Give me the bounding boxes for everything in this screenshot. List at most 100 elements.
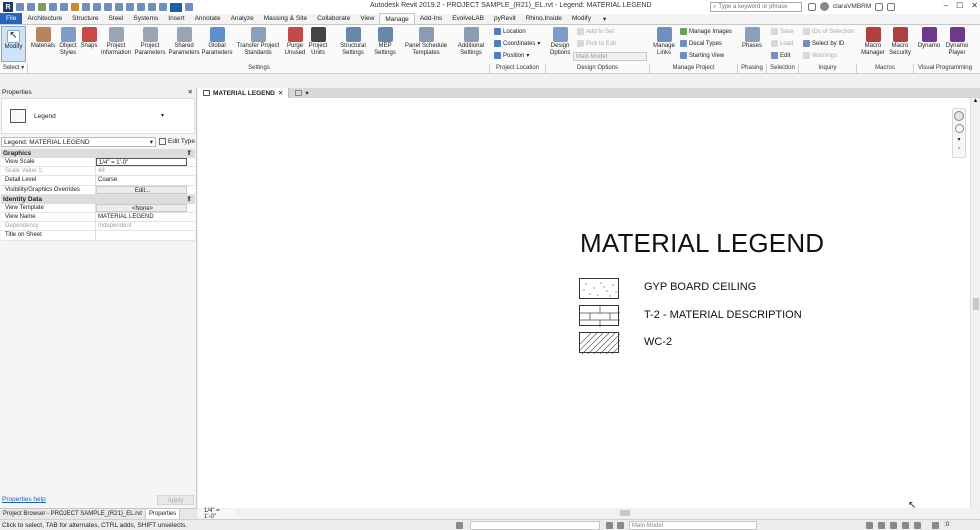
type-selector[interactable]: Legend ▾ xyxy=(1,98,195,134)
tab-systems[interactable]: Systems xyxy=(128,13,163,24)
tab-rhino-inside[interactable]: Rhino.Inside xyxy=(521,13,567,24)
detail-level-field[interactable]: Coarse xyxy=(96,176,195,184)
load-selection-button[interactable]: Load xyxy=(771,40,793,47)
select-links-icon[interactable] xyxy=(866,522,873,529)
design-option-icon[interactable] xyxy=(617,522,624,529)
object-styles-button[interactable]: Object Styles xyxy=(58,27,78,56)
position-button[interactable]: Position ▾ xyxy=(494,52,529,59)
open-icon[interactable] xyxy=(16,3,24,11)
horizontal-scrollbar[interactable] xyxy=(235,509,970,517)
additional-settings-button[interactable]: Additional Settings xyxy=(454,27,488,56)
active-design-option-dropdown[interactable]: Main Model xyxy=(629,521,757,530)
tab-evolvelab[interactable]: EvolveLAB xyxy=(447,13,489,24)
editing-requests-icon[interactable] xyxy=(606,522,613,529)
location-button[interactable]: Location xyxy=(494,28,526,35)
3d-view-icon[interactable] xyxy=(126,3,134,11)
pick-to-edit-button[interactable]: Pick to Edit xyxy=(577,40,616,47)
filter-icon[interactable] xyxy=(932,522,939,529)
starting-view-button[interactable]: Starting View xyxy=(680,52,724,59)
add-to-set-button[interactable]: Add to Set xyxy=(577,28,614,35)
save-icon[interactable] xyxy=(27,3,35,11)
redo-icon[interactable] xyxy=(60,3,68,11)
design-options-button[interactable]: Design Options xyxy=(548,27,572,56)
view-template-button[interactable]: <None> xyxy=(96,203,187,212)
tab-architecture[interactable]: Architecture xyxy=(22,13,67,24)
instance-filter-dropdown[interactable]: Legend: MATERIAL LEGEND ▾ xyxy=(1,136,157,147)
design-option-dropdown[interactable]: Main Model xyxy=(573,52,647,61)
legend-item-label[interactable]: WC-2 xyxy=(644,336,672,348)
measure-icon[interactable] xyxy=(82,3,90,11)
ribbon-minimize-icon[interactable]: ▾ xyxy=(598,13,611,24)
view-name-field[interactable]: MATERIAL LEGEND xyxy=(96,213,195,221)
tab-collaborate[interactable]: Collaborate xyxy=(312,13,355,24)
collapse-icon[interactable]: ⇑ xyxy=(187,195,192,204)
horizontal-scroll-thumb[interactable] xyxy=(620,510,630,516)
macro-manager-button[interactable]: Macro Manager xyxy=(860,27,886,56)
steering-wheel-icon[interactable] xyxy=(954,111,964,121)
tab-manage[interactable]: Manage xyxy=(379,13,415,24)
tab-annotate[interactable]: Annotate xyxy=(190,13,226,24)
legend-title[interactable]: MATERIAL LEGEND xyxy=(580,228,824,259)
dynamo-button[interactable]: Dynamo xyxy=(917,27,941,50)
tab-modify[interactable]: Modify xyxy=(567,13,596,24)
materials-button[interactable]: Materials xyxy=(31,27,55,50)
panel-schedule-templates-button[interactable]: Panel Schedule Templates xyxy=(402,27,450,56)
structural-settings-button[interactable]: Structural Settings xyxy=(338,27,368,56)
dynamo-player-button[interactable]: Dynamo Player xyxy=(944,27,970,56)
select-by-id-button[interactable]: Select by ID xyxy=(803,40,844,47)
select-underlay-icon[interactable] xyxy=(878,522,885,529)
view-tab-secondary[interactable]: ▾ xyxy=(295,89,309,97)
project-parameters-button[interactable]: Project Parameters xyxy=(134,27,166,56)
tag-icon[interactable] xyxy=(104,3,112,11)
properties-help-link[interactable]: Properties help xyxy=(2,496,46,503)
tab-steel[interactable]: Steel xyxy=(104,13,129,24)
print-icon[interactable] xyxy=(71,3,79,11)
section-icon[interactable] xyxy=(137,3,145,11)
transfer-project-standards-button[interactable]: Transfer Project Standards xyxy=(234,27,282,56)
close-hidden-icon[interactable] xyxy=(159,3,167,11)
tab-project-browser[interactable]: Project Browser - PROJECT SAMPLE_(R21)_E… xyxy=(0,509,146,519)
wc2-swatch[interactable] xyxy=(569,332,634,355)
manage-images-button[interactable]: Manage Images xyxy=(680,28,732,35)
project-units-button[interactable]: Project Units xyxy=(308,27,328,56)
vertical-scrollbar[interactable]: ▲ xyxy=(970,98,980,508)
tab-analyze[interactable]: Analyze xyxy=(226,13,259,24)
view-tabs-menu-icon[interactable]: ▾ xyxy=(305,89,308,97)
manage-links-button[interactable]: Manage Links xyxy=(652,27,676,56)
tab-structure[interactable]: Structure xyxy=(67,13,103,24)
tab-massing-site[interactable]: Massing & Site xyxy=(259,13,312,24)
ids-of-selection-button[interactable]: IDs of Selection xyxy=(803,28,854,35)
coordinates-button[interactable]: Coordinates ▾ xyxy=(494,40,540,47)
tab-insert[interactable]: Insert xyxy=(163,13,189,24)
select-panel-label[interactable]: Select ▾ xyxy=(0,64,28,73)
edit-type-button[interactable]: Edit Type xyxy=(159,138,195,145)
visibility-graphics-edit-button[interactable]: Edit... xyxy=(96,185,187,194)
legend-item-label[interactable]: T-2 - MATERIAL DESCRIPTION xyxy=(644,309,802,321)
tab-file[interactable]: File xyxy=(0,13,23,24)
title-on-sheet-field[interactable] xyxy=(96,231,195,239)
edit-selection-button[interactable]: Edit xyxy=(771,52,790,59)
sync-icon[interactable] xyxy=(38,3,46,11)
minimize-icon[interactable]: – xyxy=(944,1,948,10)
tab-properties[interactable]: Properties xyxy=(145,509,181,519)
legend-item-label[interactable]: GYP BOARD CEILING xyxy=(644,281,756,293)
close-icon[interactable]: ✕ xyxy=(188,88,193,98)
zoom-icon[interactable] xyxy=(954,124,964,133)
global-parameters-button[interactable]: Global Parameters xyxy=(202,27,233,56)
vertical-scroll-thumb[interactable] xyxy=(973,298,979,310)
customize-navbar-icon[interactable]: ▫ xyxy=(958,146,960,152)
revit-logo-icon[interactable]: R xyxy=(3,2,13,12)
gyp-board-swatch[interactable] xyxy=(579,278,619,299)
keyword-search-input[interactable]: ⌕ Type a keyword or phrase xyxy=(710,2,802,12)
tab-add-ins[interactable]: Add-Ins xyxy=(415,13,447,24)
scroll-up-icon[interactable]: ▲ xyxy=(971,98,980,104)
cart-icon[interactable] xyxy=(875,2,884,11)
select-by-face-icon[interactable] xyxy=(902,522,909,529)
search-go-icon[interactable] xyxy=(808,2,816,11)
chevron-down-icon[interactable]: ▾ xyxy=(957,136,960,143)
mep-settings-button[interactable]: MEP Settings xyxy=(372,27,398,56)
tab-view[interactable]: View xyxy=(355,13,379,24)
select-pinned-icon[interactable] xyxy=(890,522,897,529)
switch-windows-icon[interactable] xyxy=(170,2,182,12)
workset-dropdown[interactable] xyxy=(470,521,600,530)
